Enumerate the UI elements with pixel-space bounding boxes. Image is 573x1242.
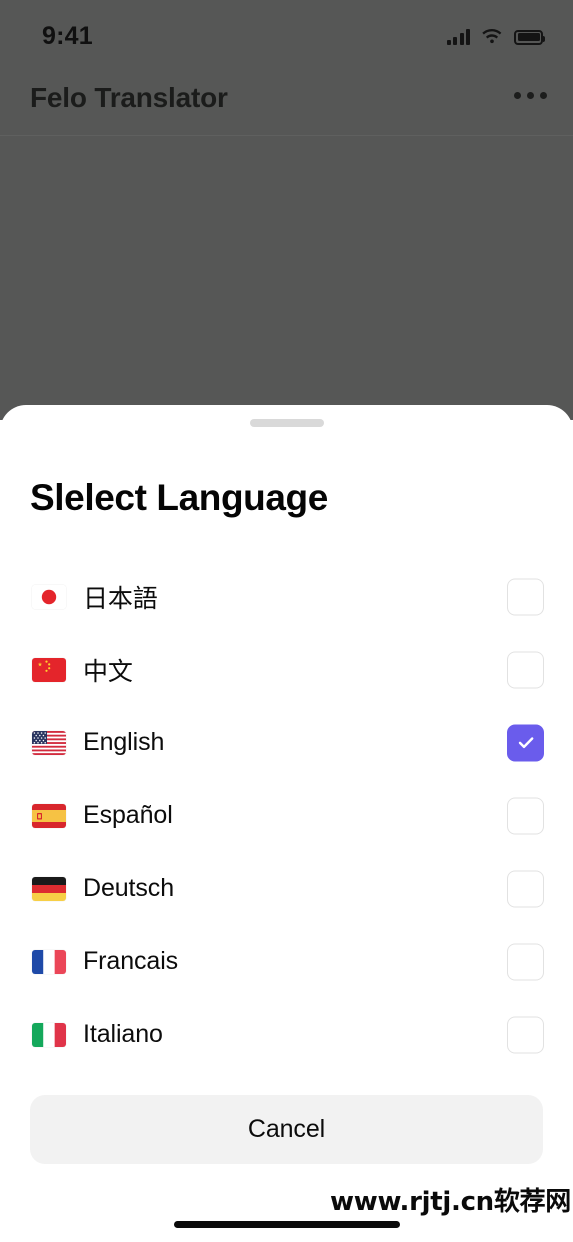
language-checkbox[interactable]	[507, 651, 544, 688]
phone-screen: 9:41 Felo Translator Slelect Language 日本…	[0, 0, 573, 1242]
flag-usa-icon	[32, 730, 66, 755]
page-title: Slelect Language	[30, 477, 328, 518]
language-bottom-sheet: Slelect Language 日本語中文 English Español Deut…	[0, 405, 573, 1242]
check-icon	[518, 737, 533, 749]
status-bar: 9:41	[0, 0, 573, 66]
language-checkbox[interactable]	[507, 578, 544, 615]
language-checkbox[interactable]	[507, 1016, 544, 1053]
language-label: Francais	[83, 947, 179, 975]
language-checkbox[interactable]	[507, 797, 544, 834]
flag-china-icon	[32, 657, 66, 682]
language-checkbox[interactable]	[507, 724, 544, 761]
modal-backdrop-overlay[interactable]: 9:41 Felo Translator	[0, 0, 573, 420]
language-row-japan[interactable]: 日本語	[0, 560, 573, 633]
language-label: Italiano	[83, 1020, 163, 1048]
flag-germany-icon	[32, 876, 66, 901]
app-bar: Felo Translator	[0, 66, 573, 136]
language-row-italy[interactable]: Italiano	[0, 998, 573, 1071]
flag-france-icon	[32, 949, 66, 974]
language-row-france[interactable]: Francais	[0, 925, 573, 998]
site-watermark: www.rjtj.cn软荐网	[330, 1187, 571, 1217]
language-row-spain[interactable]: Español	[0, 779, 573, 852]
language-checkbox[interactable]	[507, 943, 544, 980]
wifi-icon	[481, 29, 503, 45]
battery-icon	[514, 29, 545, 45]
language-label: 中文	[83, 657, 133, 686]
flag-japan-icon	[32, 584, 66, 609]
language-row-usa[interactable]: English	[0, 706, 573, 779]
language-label: Español	[83, 801, 173, 829]
status-bar-icons	[446, 26, 545, 48]
home-indicator[interactable]	[174, 1221, 400, 1228]
app-title: Felo Translator	[30, 82, 228, 113]
drag-handle[interactable]	[249, 419, 324, 427]
more-horizontal-icon[interactable]	[514, 92, 547, 99]
flag-italy-icon	[32, 1022, 66, 1047]
language-row-china[interactable]: 中文	[0, 633, 573, 706]
language-label: English	[83, 728, 165, 756]
status-bar-clock: 9:41	[42, 22, 93, 50]
language-label: 日本語	[83, 584, 158, 613]
cellular-signal-icon	[446, 29, 470, 45]
language-label: Deutsch	[83, 874, 175, 902]
flag-spain-icon	[32, 803, 66, 828]
app-content-area	[0, 136, 573, 420]
language-row-germany[interactable]: Deutsch	[0, 852, 573, 925]
cancel-button[interactable]: Cancel	[30, 1095, 543, 1164]
language-list: 日本語中文 English Español Deutsch Francais Italia…	[0, 560, 573, 1071]
language-checkbox[interactable]	[507, 870, 544, 907]
